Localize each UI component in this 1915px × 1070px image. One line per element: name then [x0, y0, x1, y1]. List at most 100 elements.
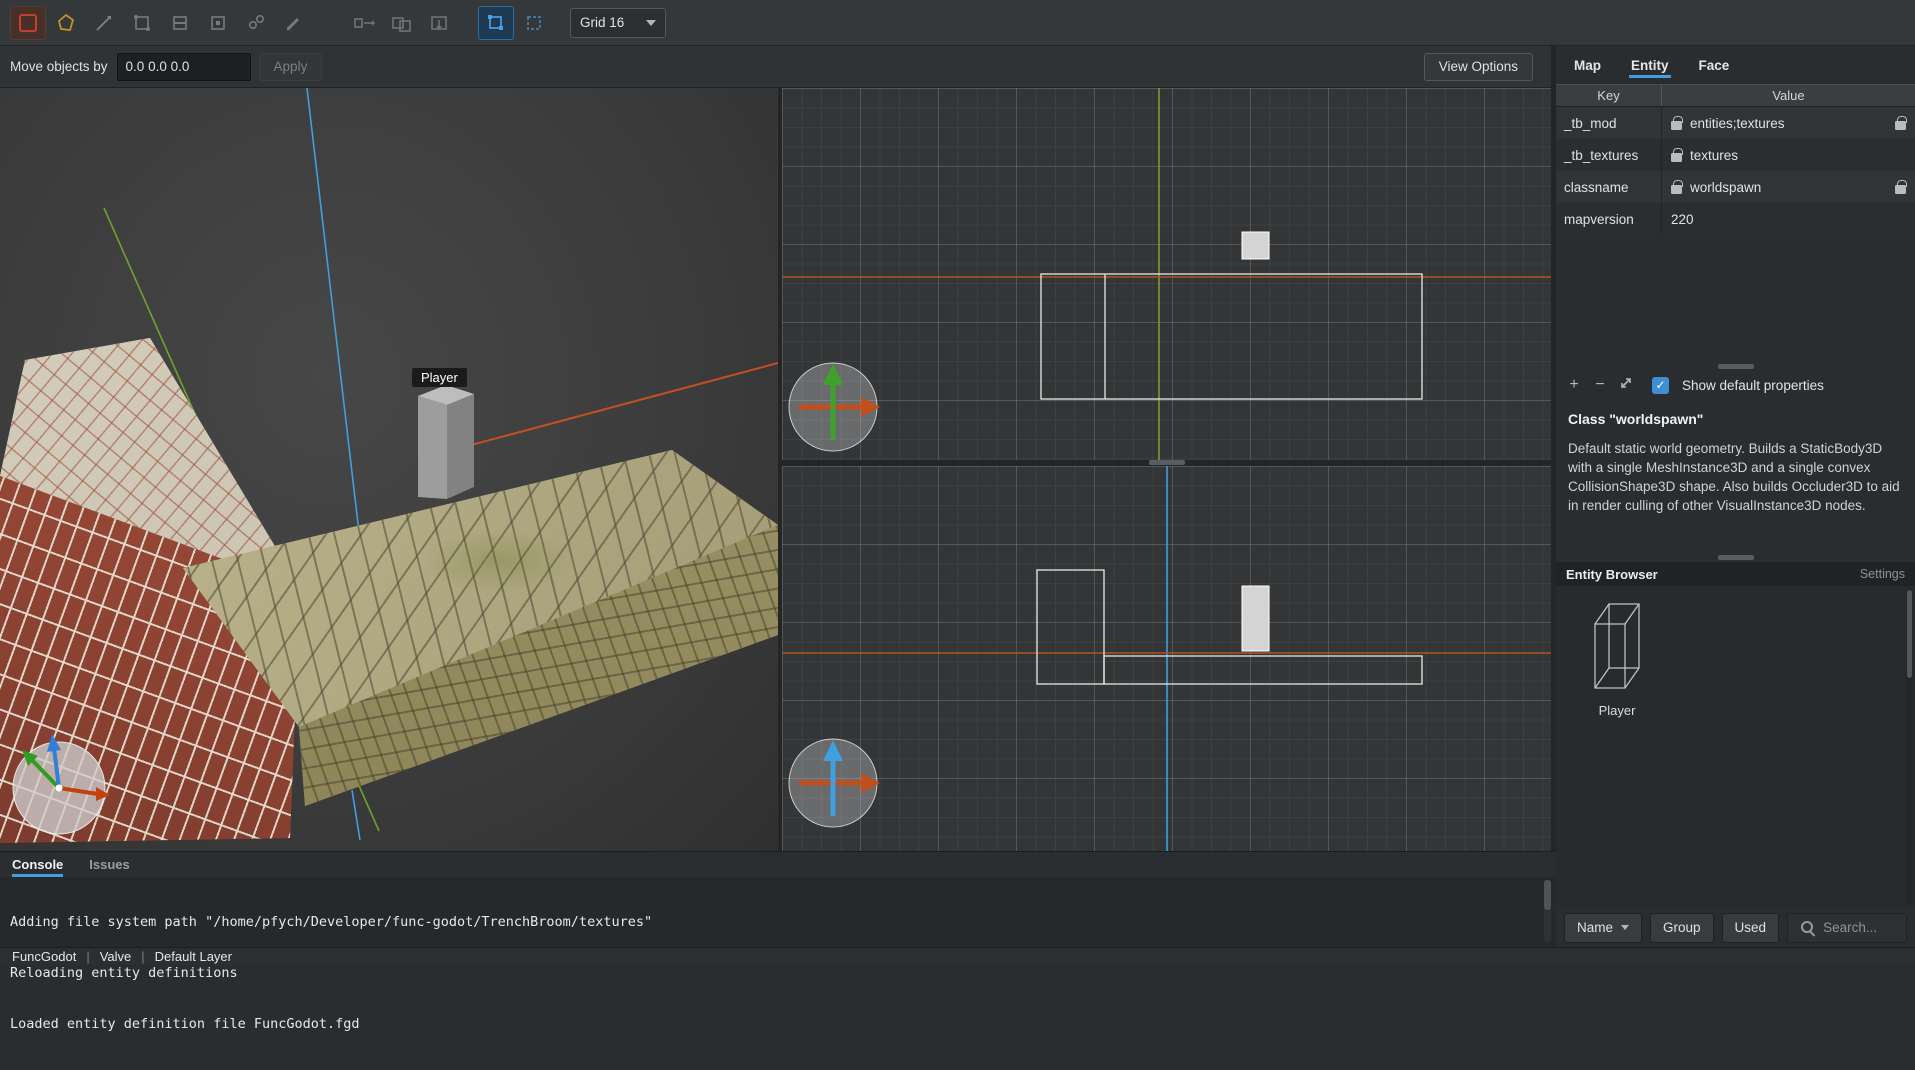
brush-tool-button[interactable] [48, 6, 84, 40]
chevron-down-icon [646, 20, 656, 26]
value-column-header[interactable]: Value [1662, 85, 1915, 106]
face-tool-button[interactable] [200, 6, 236, 40]
clip-tool-icon [94, 13, 114, 33]
vertex-tool-button[interactable] [124, 6, 160, 40]
entity-browser-settings[interactable]: Settings [1860, 567, 1905, 581]
tab-map[interactable]: Map [1572, 48, 1603, 83]
search-icon [1800, 920, 1815, 935]
class-title: Class "worldspawn" [1568, 411, 1903, 427]
rotate-tool-button[interactable] [238, 6, 274, 40]
property-row[interactable]: classname worldspawn [1556, 171, 1915, 203]
grid-size-dropdown[interactable]: Grid 16 [570, 8, 666, 38]
show-default-properties-checkbox[interactable]: ✓ [1652, 377, 1669, 394]
property-row[interactable]: mapversion 220 [1556, 203, 1915, 235]
property-value: 220 [1662, 203, 1915, 235]
entity-browser-header: Entity Browser Settings [1556, 562, 1915, 586]
splitter-grip[interactable] [1149, 460, 1185, 465]
player-brush-2d[interactable] [1242, 232, 1269, 259]
panel-splitter[interactable] [1556, 363, 1915, 371]
property-row[interactable]: _tb_textures textures [1556, 139, 1915, 171]
viewport-3d[interactable]: Player [0, 88, 778, 851]
axis-gizmo-2d-top [789, 363, 880, 451]
clip-tool-button[interactable] [86, 6, 122, 40]
worldspawn-brush-outline[interactable] [1041, 274, 1422, 399]
move-objects-input[interactable] [117, 53, 251, 81]
rotate-tool-icon [246, 13, 266, 33]
view-options-button[interactable]: View Options [1424, 53, 1533, 81]
status-separator: | [141, 949, 144, 964]
tab-console[interactable]: Console [12, 857, 63, 877]
property-value-text: 220 [1671, 212, 1694, 227]
console-output[interactable]: Adding file system path "/home/pfych/Dev… [0, 877, 1556, 1070]
group-toggle-button[interactable]: Group [1650, 913, 1714, 943]
face-tool-icon [208, 13, 228, 33]
entity-browser-item-player[interactable]: Player [1572, 594, 1662, 718]
sort-order-dropdown[interactable]: Name [1564, 913, 1642, 943]
move-objects-bar: Move objects by Apply View Options [0, 46, 1551, 88]
class-description: Default static world geometry. Builds a … [1568, 439, 1903, 516]
property-value-text: entities;textures [1690, 116, 1785, 131]
draw-shape-tool-button[interactable] [276, 6, 312, 40]
csg-subtract-button[interactable] [384, 6, 420, 40]
add-property-button[interactable]: + [1564, 374, 1584, 396]
tab-issues[interactable]: Issues [89, 857, 129, 877]
scrollbar-thumb[interactable] [1907, 590, 1912, 678]
splitter-grip[interactable] [1718, 555, 1754, 560]
lock-icon [1671, 185, 1682, 194]
checkmark-icon: ✓ [1655, 378, 1665, 392]
property-key: _tb_textures [1556, 139, 1662, 171]
vertex-tool-icon [132, 13, 152, 33]
entity-item-label: Player [1572, 703, 1662, 718]
tab-face[interactable]: Face [1697, 48, 1732, 83]
chevron-down-icon [1621, 925, 1629, 930]
property-table-header: Key Value [1556, 84, 1915, 107]
used-toggle-button[interactable]: Used [1722, 913, 1780, 943]
wall-brush-outline[interactable] [1037, 570, 1104, 684]
csg-convex-merge-button[interactable] [346, 6, 382, 40]
player-box-side[interactable] [447, 394, 474, 499]
entity-browser-scrollbar[interactable] [1906, 588, 1913, 904]
console-panel: Console Issues Adding file system path "… [0, 851, 1556, 947]
tab-entity[interactable]: Entity [1629, 48, 1671, 83]
property-table-empty-area [1556, 235, 1915, 363]
csg-merge-icon [353, 13, 375, 33]
edge-tool-button[interactable] [162, 6, 198, 40]
apply-button[interactable]: Apply [259, 53, 323, 81]
select-tool-button[interactable] [10, 6, 46, 40]
class-info: Class "worldspawn" Default static world … [1556, 399, 1915, 516]
property-row[interactable]: _tb_mod entities;textures [1556, 107, 1915, 139]
property-value-text: worldspawn [1690, 180, 1761, 195]
csg-hollow-icon [429, 13, 451, 33]
expand-icon [1619, 376, 1633, 390]
floor-brush-outline[interactable] [1104, 656, 1422, 684]
viewport-2d-top-canvas [782, 88, 1551, 460]
scrollbar-thumb[interactable] [1544, 880, 1551, 910]
splitter-grip[interactable] [1718, 364, 1754, 369]
status-game-name: FuncGodot [12, 949, 76, 964]
property-key: classname [1556, 171, 1662, 203]
remove-property-button[interactable]: − [1590, 374, 1610, 396]
inspector-panel: Map Entity Face Key Value _tb_mod entiti… [1556, 46, 1915, 947]
viewport-2d-top[interactable] [782, 88, 1551, 460]
property-value-text: textures [1690, 148, 1738, 163]
key-column-header[interactable]: Key [1556, 85, 1662, 106]
uv-lock-toggle[interactable] [516, 6, 552, 40]
texture-lock-toggle[interactable] [478, 6, 514, 40]
player-entity-tag: Player [412, 368, 467, 387]
lock-icon [1895, 185, 1906, 194]
panel-splitter[interactable] [1556, 554, 1915, 562]
viewport-2d-bottom[interactable] [782, 466, 1551, 851]
player-box-front[interactable] [418, 396, 447, 499]
sort-order-value: Name [1577, 920, 1613, 935]
lock-icon [1895, 121, 1906, 130]
console-scrollbar[interactable] [1544, 880, 1551, 942]
entity-search-field[interactable]: Search... [1787, 913, 1907, 943]
csg-hollow-button[interactable] [422, 6, 458, 40]
player-brush-2d[interactable] [1242, 586, 1269, 651]
foreground-3d [0, 88, 778, 851]
csg-subtract-icon [391, 13, 413, 33]
brush-tool-icon [56, 13, 76, 33]
expand-rows-button[interactable] [1616, 374, 1636, 396]
trenchbroom-window: Grid 16 Move objects by Apply View Optio… [0, 0, 1915, 965]
entity-browser-body[interactable]: Player [1556, 586, 1915, 908]
